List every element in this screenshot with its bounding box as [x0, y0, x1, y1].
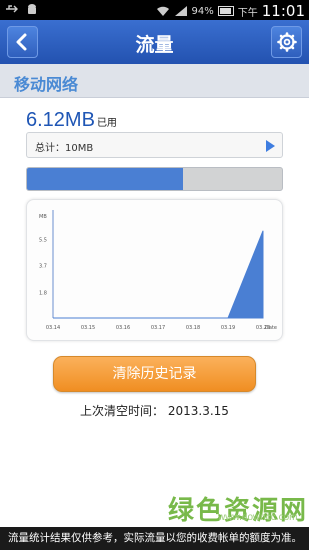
- x-tick-label: 03.17: [151, 325, 165, 331]
- settings-button[interactable]: [271, 26, 302, 58]
- wifi-icon: [156, 5, 170, 17]
- page-title: 流量: [135, 34, 174, 56]
- clear-history-button[interactable]: 清除历史记录: [53, 356, 256, 392]
- y-tick-label: 3.7: [39, 263, 47, 269]
- watermark-url: www.downcc.com: [218, 512, 298, 523]
- x-axis-label: Date: [265, 325, 277, 331]
- usage-progress-bar: [26, 167, 283, 191]
- section-header: 移动网络: [0, 64, 309, 98]
- usage-progress-fill: [27, 168, 184, 190]
- battery-icon: [217, 6, 234, 16]
- battery-percent: 94%: [191, 5, 214, 17]
- time-period: 下午: [237, 7, 258, 19]
- gear-icon: [277, 32, 297, 52]
- x-tick-label: 03.19: [221, 325, 235, 331]
- status-left: [5, 3, 39, 15]
- usage-unit: 已用: [96, 118, 117, 129]
- usage-chart-svg: MB 1.8 3.7 5.5 03.14 03.15 03.16 03.17 03.18 03.1…: [39, 210, 277, 331]
- y-tick-label: 5.5: [39, 238, 47, 244]
- status-right: 94% 下午 11:01: [156, 2, 305, 20]
- usb-icon: [5, 3, 19, 15]
- play-arrow-icon: [266, 140, 275, 152]
- signal-icon: [174, 5, 188, 17]
- x-tick-label: 03.16: [116, 325, 130, 331]
- y-axis-label: MB: [39, 214, 47, 220]
- app-header: 流量: [0, 20, 309, 64]
- section-title: 移动网络: [14, 75, 79, 94]
- x-tick-label: 03.15: [81, 325, 95, 331]
- x-tick-label: 03.14: [46, 325, 60, 331]
- usage-area-series: [53, 230, 264, 319]
- usage-value: 6.12MB: [26, 109, 95, 131]
- watermark: 绿色资源网 www.downcc.com: [168, 490, 308, 527]
- clock: 11:01: [261, 2, 305, 20]
- usage-summary: 6.12MB 已用: [26, 109, 117, 132]
- total-quota-label: 总计：10MB: [35, 143, 94, 154]
- usage-chart: MB 1.8 3.7 5.5 03.14 03.15 03.16 03.17 03.18 03.1…: [26, 199, 283, 341]
- android-icon: [25, 3, 39, 15]
- status-bar: 94% 下午 11:01: [0, 0, 309, 20]
- y-tick-label: 1.8: [39, 290, 47, 296]
- total-quota-row[interactable]: 总计：10MB: [26, 132, 283, 158]
- disclaimer-notice: 流量统计结果仅供参考，实际流量以您的收费帐单的额度为准。: [0, 527, 309, 550]
- last-clear-time: 上次清空时间： 2013.3.15: [80, 404, 229, 418]
- x-tick-label: 03.18: [186, 325, 200, 331]
